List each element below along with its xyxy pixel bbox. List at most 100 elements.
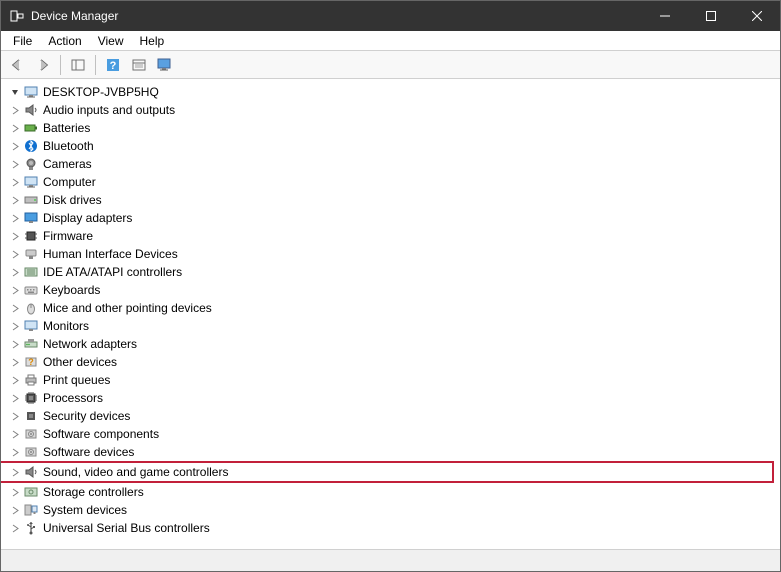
window-controls [642, 1, 780, 31]
tree-node-cameras[interactable]: Cameras [7, 155, 774, 173]
scan-button[interactable] [153, 53, 177, 77]
monitor-icon [23, 318, 39, 334]
chevron-right-icon[interactable] [9, 104, 21, 116]
minimize-button[interactable] [642, 1, 688, 31]
forward-button[interactable] [31, 53, 55, 77]
tree-node-bluetooth[interactable]: Bluetooth [7, 137, 774, 155]
chevron-right-icon[interactable] [9, 284, 21, 296]
device-tree[interactable]: DESKTOP-JVBP5HQAudio inputs and outputsB… [1, 79, 780, 549]
chevron-right-icon[interactable] [9, 302, 21, 314]
chevron-right-icon[interactable] [9, 158, 21, 170]
battery-icon [23, 120, 39, 136]
chevron-right-icon[interactable] [9, 392, 21, 404]
chevron-right-icon[interactable] [9, 338, 21, 350]
tree-root-label: DESKTOP-JVBP5HQ [43, 85, 159, 99]
tree-node-software-devices[interactable]: Software devices [7, 443, 774, 461]
tree-node-print-queues[interactable]: Print queues [7, 371, 774, 389]
tree-node-audio-inputs-and-outputs[interactable]: Audio inputs and outputs [7, 101, 774, 119]
toolbar-separator [60, 55, 61, 75]
tree-node-keyboards[interactable]: Keyboards [7, 281, 774, 299]
tree-node-label: Sound, video and game controllers [43, 465, 228, 479]
tree-node-storage-controllers[interactable]: Storage controllers [7, 483, 774, 501]
tree-node-monitors[interactable]: Monitors [7, 317, 774, 335]
maximize-button[interactable] [688, 1, 734, 31]
tree-node-security-devices[interactable]: Security devices [7, 407, 774, 425]
chevron-right-icon[interactable] [9, 446, 21, 458]
tree-node-sound-video-and-game-controllers[interactable]: Sound, video and game controllers [1, 463, 772, 481]
tree-node-disk-drives[interactable]: Disk drives [7, 191, 774, 209]
tree-node-ide-ata-atapi-controllers[interactable]: IDE ATA/ATAPI controllers [7, 263, 774, 281]
chevron-right-icon[interactable] [9, 428, 21, 440]
chevron-right-icon[interactable] [9, 374, 21, 386]
chevron-right-icon[interactable] [9, 230, 21, 242]
arrow-left-icon [10, 58, 24, 72]
svg-text:?: ? [110, 60, 117, 72]
chevron-right-icon[interactable] [9, 176, 21, 188]
keyboard-icon [23, 282, 39, 298]
chevron-right-icon[interactable] [9, 248, 21, 260]
chevron-right-icon[interactable] [9, 194, 21, 206]
storage-icon [23, 484, 39, 500]
chevron-right-icon[interactable] [9, 140, 21, 152]
usb-icon [23, 520, 39, 536]
chevron-right-icon[interactable] [9, 266, 21, 278]
chevron-right-icon[interactable] [9, 504, 21, 516]
tree-node-display-adapters[interactable]: Display adapters [7, 209, 774, 227]
tree-node-label: Firmware [43, 229, 93, 243]
menu-view[interactable]: View [90, 32, 132, 50]
security-icon [23, 408, 39, 424]
tree-node-software-components[interactable]: Software components [7, 425, 774, 443]
tree-node-label: Human Interface Devices [43, 247, 178, 261]
tree-node-label: Bluetooth [43, 139, 94, 153]
tree-node-label: Print queues [43, 373, 110, 387]
chevron-right-icon[interactable] [9, 122, 21, 134]
tree-node-label: Software components [43, 427, 159, 441]
computer-icon [23, 84, 39, 100]
menu-help[interactable]: Help [132, 32, 173, 50]
hid-icon [23, 246, 39, 262]
tree-node-label: IDE ATA/ATAPI controllers [43, 265, 182, 279]
chevron-right-icon[interactable] [9, 486, 21, 498]
tree-node-label: Storage controllers [43, 485, 144, 499]
chevron-right-icon[interactable] [9, 522, 21, 534]
close-button[interactable] [734, 1, 780, 31]
chevron-right-icon[interactable] [9, 212, 21, 224]
tree-node-firmware[interactable]: Firmware [7, 227, 774, 245]
show-hide-tree-button[interactable] [66, 53, 90, 77]
menu-action[interactable]: Action [40, 32, 89, 50]
tree-node-processors[interactable]: Processors [7, 389, 774, 407]
tree-node-system-devices[interactable]: System devices [7, 501, 774, 519]
toolbar-separator [95, 55, 96, 75]
tree-node-other-devices[interactable]: ? Other devices [7, 353, 774, 371]
printer-icon [23, 372, 39, 388]
help-button[interactable]: ? [101, 53, 125, 77]
chevron-down-icon[interactable] [9, 86, 21, 98]
titlebar: Device Manager [1, 1, 780, 31]
arrow-right-icon [36, 58, 50, 72]
computer-icon [23, 174, 39, 190]
chevron-right-icon[interactable] [9, 410, 21, 422]
tree-node-network-adapters[interactable]: Network adapters [7, 335, 774, 353]
tree-node-universal-serial-bus-controllers[interactable]: Universal Serial Bus controllers [7, 519, 774, 537]
tree-root-node[interactable]: DESKTOP-JVBP5HQ [7, 83, 774, 101]
tree-node-label: Other devices [43, 355, 117, 369]
software-icon [23, 444, 39, 460]
tree-node-mice-and-other-pointing-devices[interactable]: Mice and other pointing devices [7, 299, 774, 317]
properties-button[interactable] [127, 53, 151, 77]
mouse-icon [23, 300, 39, 316]
chevron-right-icon[interactable] [9, 466, 21, 478]
software-icon [23, 426, 39, 442]
tree-node-batteries[interactable]: Batteries [7, 119, 774, 137]
tree-node-label: Network adapters [43, 337, 137, 351]
tree-node-computer[interactable]: Computer [7, 173, 774, 191]
other-icon: ? [23, 354, 39, 370]
tree-node-label: Security devices [43, 409, 130, 423]
menu-file[interactable]: File [5, 32, 40, 50]
menubar: File Action View Help [1, 31, 780, 51]
back-button[interactable] [5, 53, 29, 77]
chevron-right-icon[interactable] [9, 356, 21, 368]
ide-icon [23, 264, 39, 280]
tree-node-human-interface-devices[interactable]: Human Interface Devices [7, 245, 774, 263]
monitor-scan-icon [157, 58, 173, 72]
chevron-right-icon[interactable] [9, 320, 21, 332]
